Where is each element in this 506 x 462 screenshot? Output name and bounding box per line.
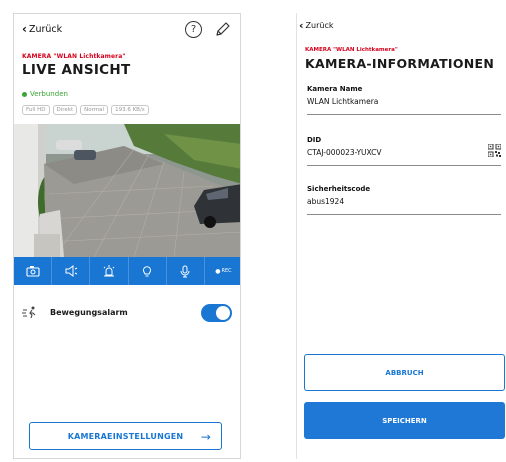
connection-mode-chip[interactable]: Direkt [52, 105, 78, 115]
security-code-field-value[interactable]: abus1924 [307, 197, 344, 206]
chevron-left-icon: ‹ [22, 22, 27, 36]
live-view-screen: ‹ Zurück ? KAMERA "WLAN Lichtkamera" LIV… [13, 13, 241, 459]
toggle-knob [216, 306, 230, 320]
status-text: Verbunden [30, 90, 68, 98]
quality-chip[interactable]: Normal [80, 105, 109, 115]
snapshot-button[interactable] [14, 257, 53, 285]
resolution-chip[interactable]: Full HD [22, 105, 50, 115]
camera-controls-toolbar: ● REC [14, 257, 240, 285]
microphone-icon [180, 265, 190, 277]
stream-info-chips: Full HD Direkt Normal 193.6 KB/s [22, 105, 149, 115]
camera-name-label: KAMERA "WLAN Lichtkamera" [305, 47, 398, 53]
light-bulb-icon [143, 265, 152, 276]
record-dot-icon: ● [215, 267, 221, 275]
motion-alarm-row: Bewegungsalarm [22, 301, 234, 327]
arrow-right-icon: → [200, 430, 211, 444]
did-field-value: CTAJ-000023-YUXCV [307, 148, 382, 157]
page-title: LIVE ANSICHT [22, 62, 131, 78]
back-button[interactable]: ‹ Zurück [299, 18, 334, 32]
light-button[interactable] [129, 257, 167, 285]
page-title: KAMERA-INFORMATIONEN [305, 56, 495, 71]
camera-settings-button[interactable]: KAMERAEINSTELLUNGEN → [29, 422, 222, 450]
status-dot-icon [22, 91, 27, 97]
camera-name-field-value[interactable]: WLAN Lichtkamera [307, 97, 378, 106]
help-icon[interactable]: ? [185, 21, 202, 38]
camera-snapshot-icon [26, 266, 40, 277]
pencil-icon[interactable] [214, 21, 230, 38]
save-button-label: SPEICHERN [382, 416, 427, 425]
security-code-field-label: Sicherheitscode [307, 185, 371, 193]
camera-name-label: KAMERA "WLAN Lichtkamera" [22, 53, 126, 60]
record-button[interactable]: ● REC [205, 257, 240, 285]
camera-name-field[interactable]: Kamera Name WLAN Lichtkamera [307, 85, 501, 115]
cancel-button-label: ABBRUCH [385, 368, 424, 377]
siren-button[interactable] [90, 257, 129, 285]
speaker-button[interactable] [52, 257, 91, 285]
top-bar: ‹ Zurück ? [14, 14, 240, 48]
back-label: Zurück [28, 24, 63, 35]
microphone-button[interactable] [167, 257, 205, 285]
back-label: Zurück [305, 21, 334, 30]
chevron-left-icon: ‹ [299, 18, 304, 32]
back-button[interactable]: ‹ Zurück [22, 22, 63, 36]
did-field-label: DID [307, 136, 322, 144]
cancel-button[interactable]: ABBRUCH [304, 354, 505, 391]
connection-status: Verbunden [22, 90, 68, 98]
did-field: DID CTAJ-000023-YUXCV [307, 136, 501, 166]
siren-icon [103, 265, 115, 277]
camera-name-field-label: Kamera Name [307, 85, 363, 93]
record-label: ● REC [215, 268, 231, 275]
qr-code-icon[interactable] [488, 144, 501, 157]
record-text: REC [221, 268, 232, 274]
speaker-icon [65, 265, 77, 277]
camera-settings-label: KAMERAEINSTELLUNGEN [67, 431, 184, 441]
motion-alarm-toggle[interactable] [201, 304, 232, 322]
camera-info-screen: ‹ Zurück KAMERA "WLAN Lichtkamera" KAMER… [296, 13, 506, 459]
motion-alarm-label: Bewegungsalarm [50, 308, 128, 317]
motion-detection-icon [22, 306, 36, 319]
bitrate-chip: 193.6 KB/s [111, 105, 149, 115]
security-code-field[interactable]: Sicherheitscode abus1924 [307, 185, 501, 215]
live-video-feed[interactable] [14, 124, 241, 257]
help-glyph: ? [190, 24, 197, 35]
save-button[interactable]: SPEICHERN [304, 402, 505, 439]
